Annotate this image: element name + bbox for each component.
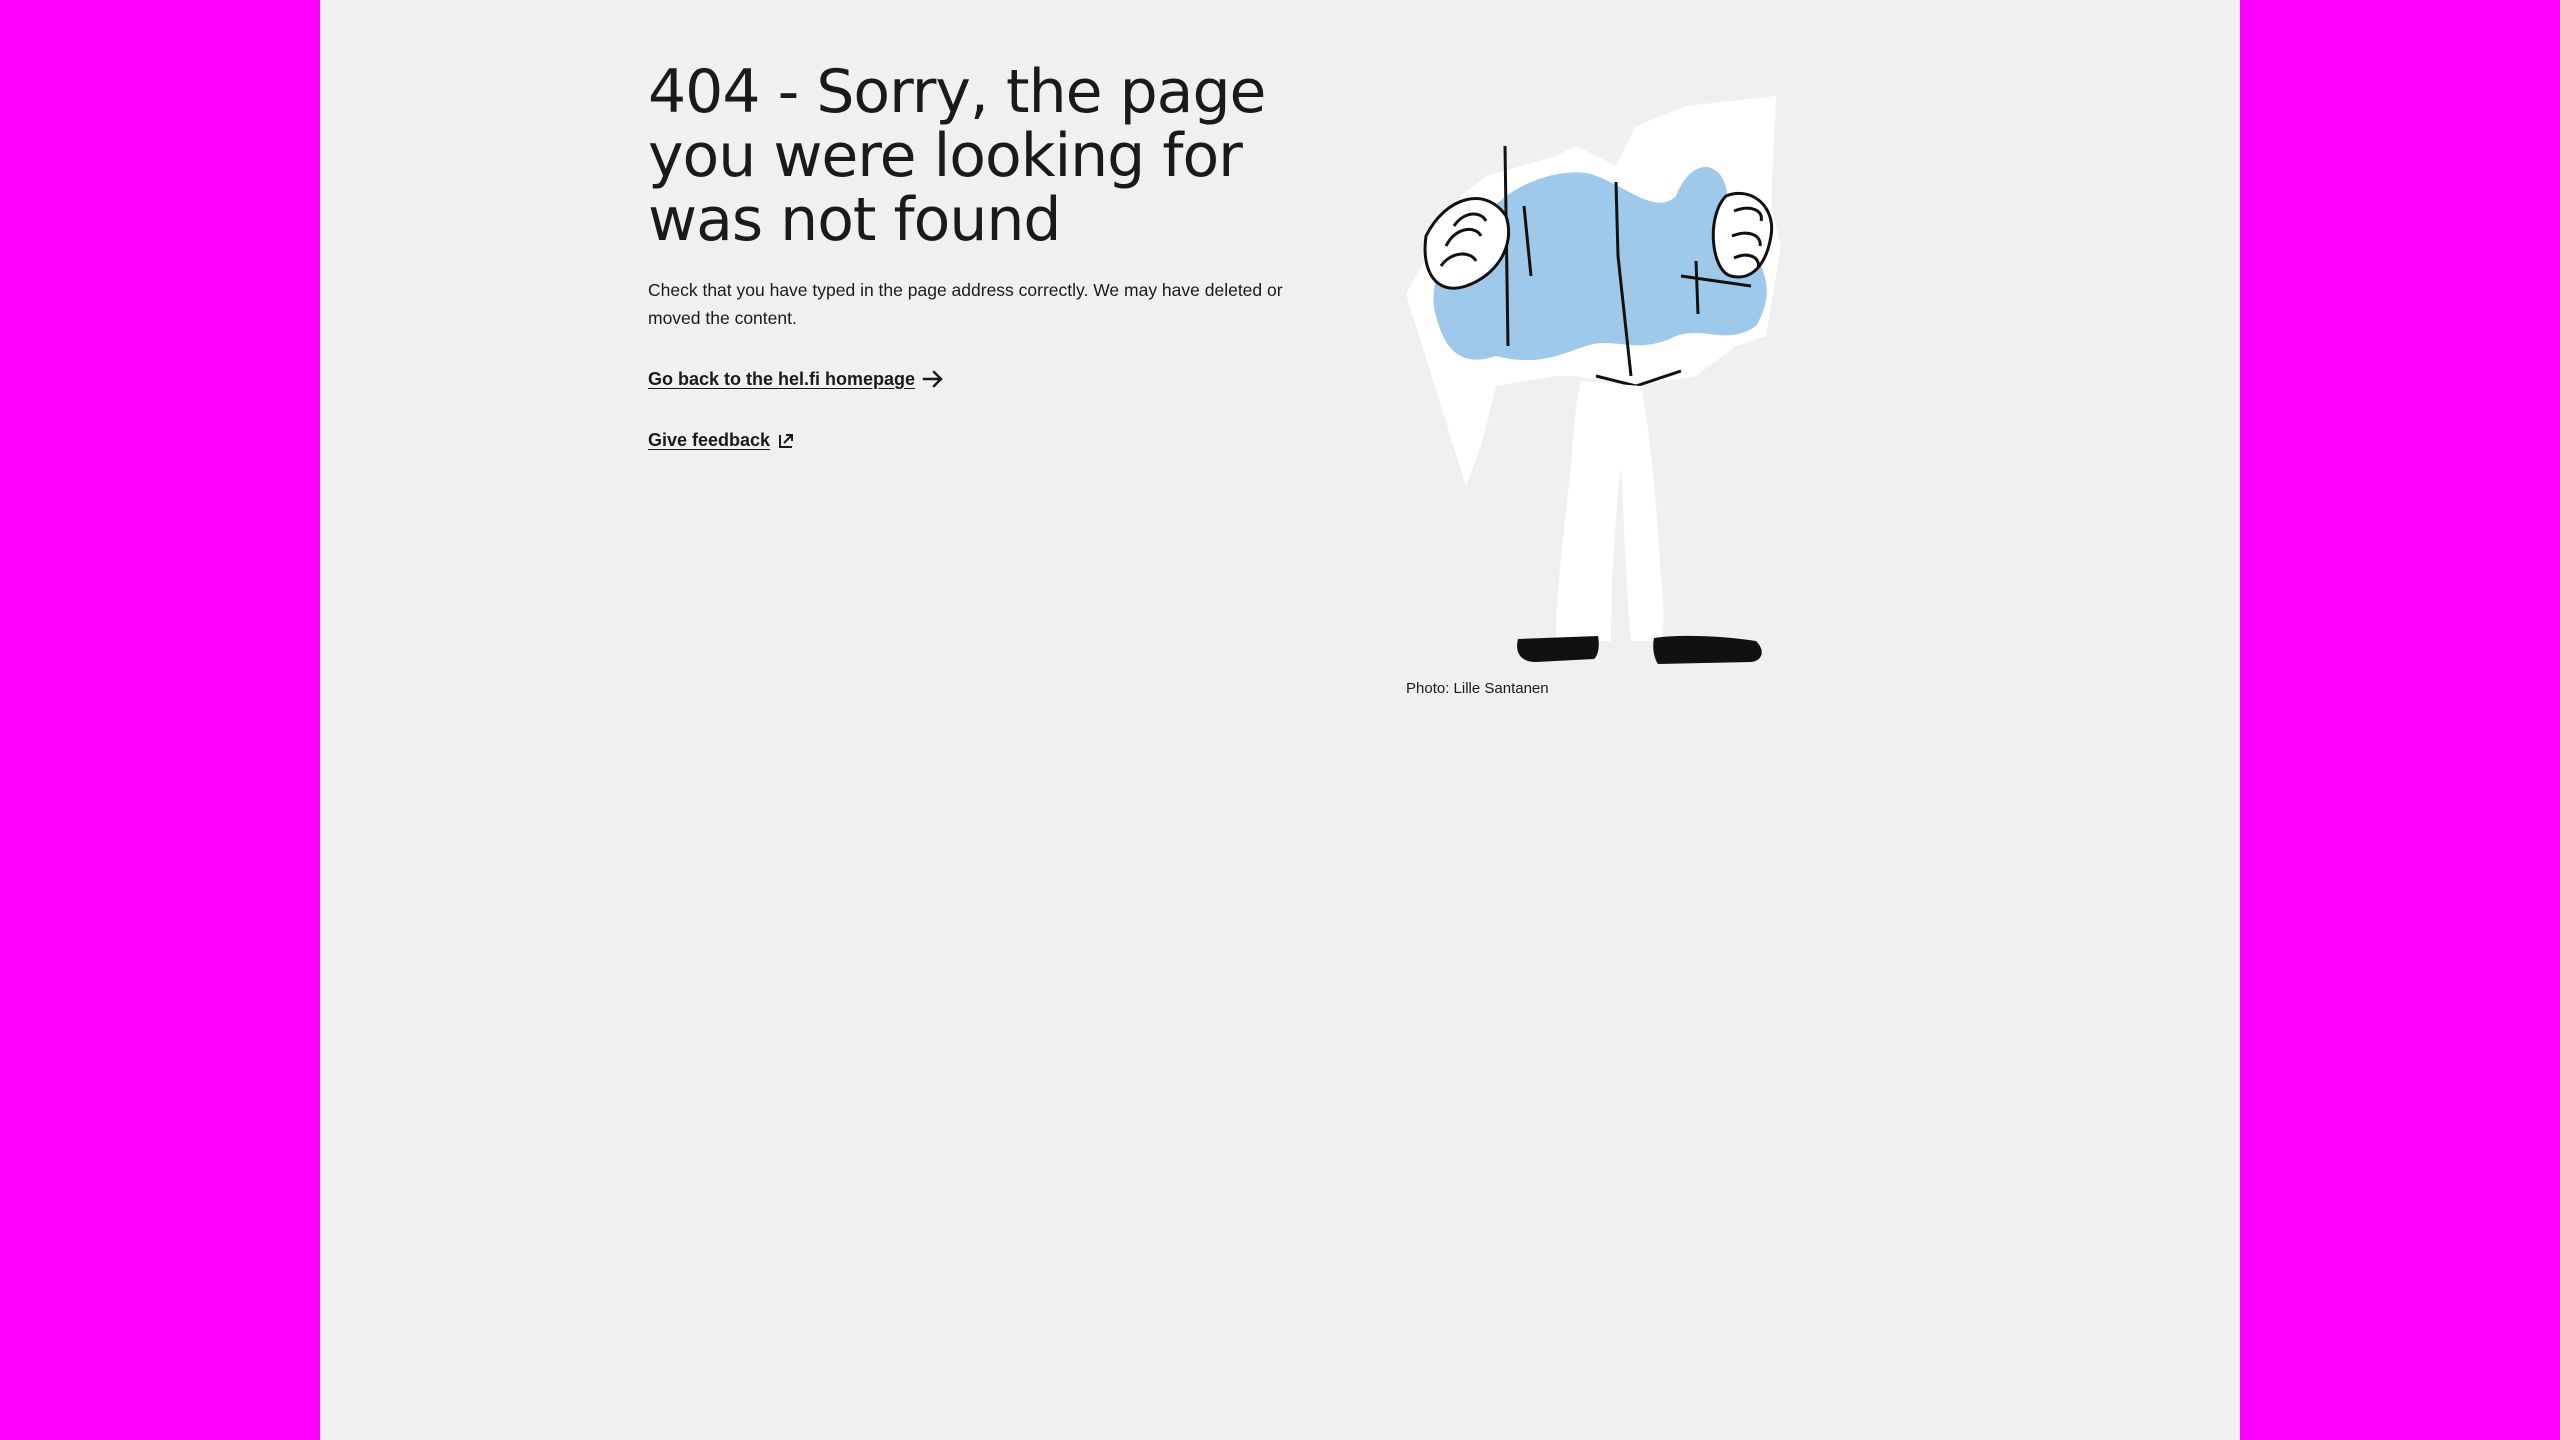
arrow-right-icon [921, 368, 945, 390]
feedback-link-label: Give feedback [648, 430, 771, 450]
page-lead: Check that you have typed in the page ad… [648, 280, 1283, 328]
external-link-icon [776, 431, 796, 451]
feedback-link[interactable]: Give feedback [648, 430, 796, 451]
page-container: 404 - Sorry, the page you were looking f… [320, 0, 2240, 1440]
home-link-label: Go back to the hel.fi homepage [648, 368, 916, 389]
page-title: 404 - Sorry, the page you were looking f… [648, 57, 1266, 255]
photo-credit: Photo: Lille Santanen [1406, 680, 1549, 697]
person-with-map-illustration [1406, 96, 1781, 664]
home-link[interactable]: Go back to the hel.fi homepage [648, 368, 945, 390]
main-content: 404 - Sorry, the page you were looking f… [648, 57, 1308, 450]
